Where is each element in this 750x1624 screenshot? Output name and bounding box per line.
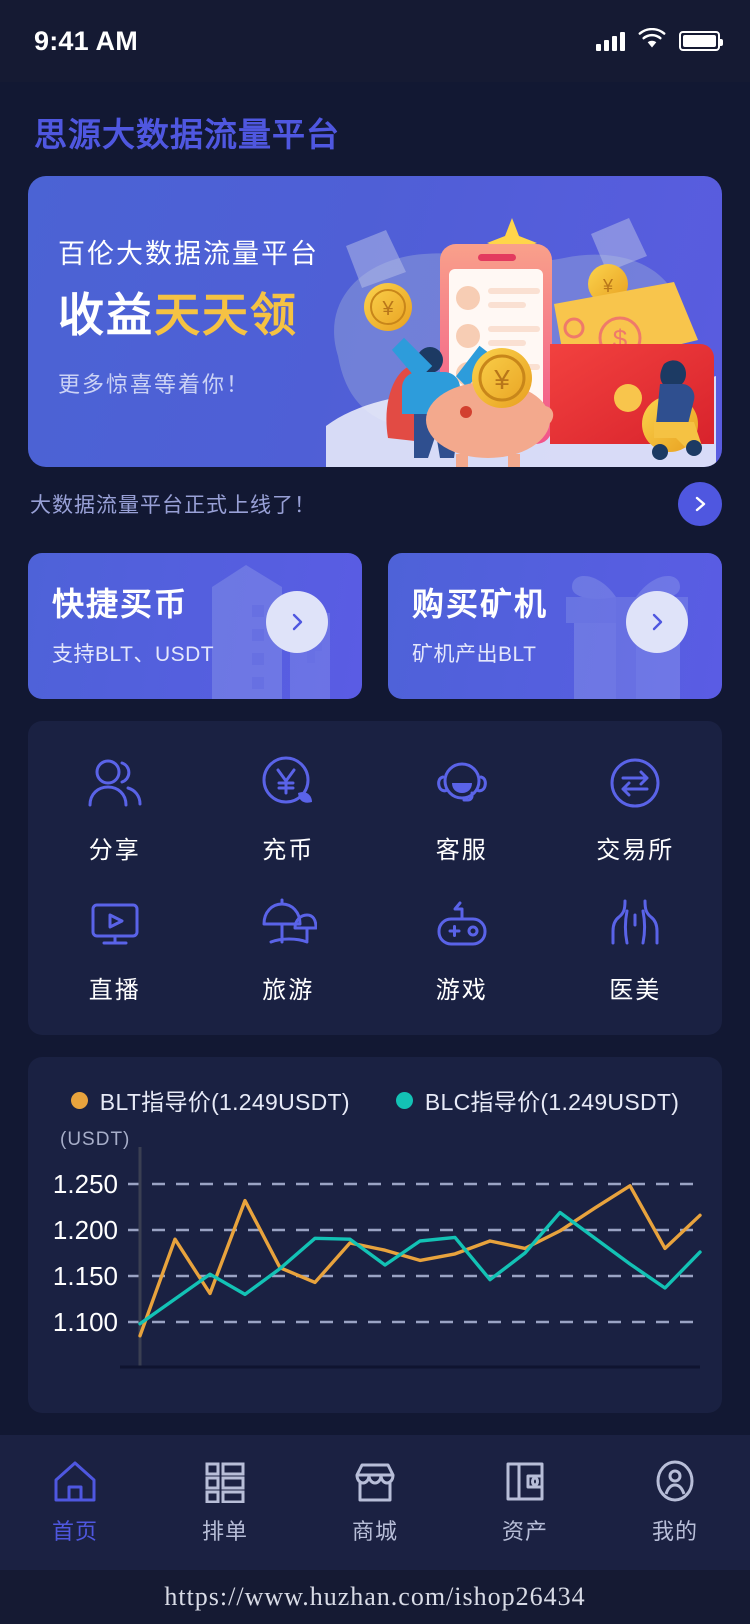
tab-profile[interactable]: 我的	[600, 1457, 750, 1546]
notice-text: 大数据流量平台正式上线了！	[30, 494, 316, 517]
building-icon	[212, 565, 330, 699]
shortcut-label: 直播	[88, 977, 141, 1004]
legend-item-blt[interactable]: BLT指导价(1.249USDT)	[70, 1083, 350, 1117]
banner-line-2-white: 收益	[58, 289, 154, 341]
shortcut-item-medical-beauty[interactable]: 医美	[549, 895, 723, 1005]
tab-home[interactable]: 首页	[0, 1457, 150, 1546]
notice-arrow-button[interactable]	[678, 482, 722, 526]
headset-support-icon	[434, 755, 490, 811]
svg-text:¥: ¥	[381, 298, 394, 320]
card-arrow-button[interactable]	[626, 591, 688, 653]
status-clock: 9:41 AM	[34, 25, 138, 56]
svg-text:¥: ¥	[493, 364, 510, 395]
banner-line-1: 百伦大数据流量平台	[58, 239, 319, 269]
tab-label: 资产	[501, 1519, 548, 1544]
card-arrow-button[interactable]	[266, 591, 328, 653]
shortcut-label: 分享	[88, 837, 141, 864]
status-bar: 9:41 AM	[0, 0, 750, 82]
svg-text:¥: ¥	[602, 276, 614, 296]
svg-text:1.150: 1.150	[53, 1261, 118, 1291]
banner-section: ¥ ¥ $ ¥ 百伦大数据流量平台 收益天天领 更多惊喜等着你！	[0, 176, 750, 467]
bottom-navigation: 首页 排单 商城 资产 我的	[0, 1435, 750, 1570]
chart-y-unit-label: (USDT)	[60, 1129, 131, 1150]
chevron-right-icon	[695, 496, 706, 512]
tab-label: 我的	[651, 1519, 698, 1544]
quick-buy-coin-card[interactable]: 快捷买币 支持BLT、USDT	[28, 553, 362, 699]
tab-label: 首页	[51, 1519, 98, 1544]
banner-line-2-gold: 天天领	[154, 289, 298, 341]
shortcut-item-travel[interactable]: 旅游	[202, 895, 376, 1005]
site-watermark: https://www.huzhan.com/ishop26434	[0, 1570, 750, 1624]
legend-item-blc[interactable]: BLC指导价(1.249USDT)	[395, 1083, 680, 1117]
tab-assets[interactable]: 资产	[450, 1457, 600, 1546]
legend-label-blc: BLC指导价(1.249USDT)	[424, 1089, 680, 1115]
person-icon	[652, 1457, 698, 1505]
list-grid-icon	[202, 1457, 248, 1505]
chevron-right-icon	[652, 613, 663, 631]
gamepad-icon	[434, 895, 490, 951]
chart-legend: BLT指导价(1.249USDT) BLC指导价(1.249USDT)	[28, 1083, 722, 1117]
shortcut-label: 客服	[435, 837, 488, 864]
home-icon	[52, 1457, 98, 1505]
wifi-icon	[638, 27, 666, 54]
svg-text:1.200: 1.200	[53, 1215, 118, 1245]
shortcut-item-exchange[interactable]: 交易所	[549, 755, 723, 865]
quick-action-cards: 快捷买币 支持BLT、USDT 购买矿机 矿机产出BLT	[0, 541, 750, 699]
battery-icon	[679, 31, 723, 51]
buy-miner-card[interactable]: 购买矿机 矿机产出BLT	[388, 553, 722, 699]
shortcut-label: 旅游	[262, 977, 315, 1004]
shortcut-item-share[interactable]: 分享	[28, 755, 202, 865]
tab-label: 排单	[201, 1519, 248, 1544]
users-icon	[86, 755, 144, 811]
shortcut-label: 医美	[609, 977, 662, 1004]
banner-line-3: 更多惊喜等着你！	[58, 372, 251, 397]
chevron-right-icon	[292, 613, 303, 631]
shortcut-item-recharge[interactable]: 充币	[202, 755, 376, 865]
banner-line-2: 收益天天领	[58, 279, 319, 345]
live-monitor-play-icon	[87, 895, 143, 951]
body-torso-icon	[607, 895, 663, 951]
chart-plot-area[interactable]: (USDT) 1.250 1.200 1.150 1.100	[28, 1129, 722, 1383]
shop-icon	[351, 1457, 399, 1505]
shortcut-grid: 分享 充币 客服 交易所 直播 旅游 游戏 医美	[28, 721, 722, 1035]
price-line-chart: 1.250 1.200 1.150 1.100	[53, 1147, 702, 1369]
shortcut-item-game[interactable]: 游戏	[375, 895, 549, 1005]
shortcut-item-live[interactable]: 直播	[28, 895, 202, 1005]
tab-orders[interactable]: 排单	[150, 1457, 300, 1546]
wallet-icon	[502, 1457, 548, 1505]
promo-banner[interactable]: ¥ ¥ $ ¥ 百伦大数据流量平台 收益天天领 更多惊喜等着你！	[28, 176, 722, 467]
tab-label: 商城	[351, 1519, 398, 1544]
shortcut-label: 游戏	[435, 977, 488, 1004]
cellular-bars-icon	[596, 31, 625, 51]
shortcut-label: 充币	[262, 837, 315, 864]
banner-illustration-icon: ¥ ¥ $ ¥	[326, 218, 716, 467]
legend-dot-blc	[395, 1091, 413, 1109]
tab-mall[interactable]: 商城	[300, 1457, 450, 1546]
status-indicators	[596, 27, 723, 54]
beach-umbrella-icon	[259, 895, 318, 951]
legend-label-blt: BLT指导价(1.249USDT)	[99, 1089, 350, 1115]
shortcut-label: 交易所	[596, 837, 675, 864]
price-chart-panel: BLT指导价(1.249USDT) BLC指导价(1.249USDT) (USD…	[28, 1057, 722, 1413]
app-screen: 9:41 AM 思源大数据流量平台 ¥ ¥ $ ¥ 百伦大数据流量平台 收益天天…	[0, 0, 750, 1624]
shortcut-item-support[interactable]: 客服	[375, 755, 549, 865]
legend-dot-blt	[70, 1091, 88, 1109]
exchange-arrows-icon	[607, 755, 663, 811]
yen-coin-icon	[260, 755, 316, 811]
svg-text:1.250: 1.250	[53, 1169, 118, 1199]
gift-icon	[566, 576, 688, 699]
page-title: 思源大数据流量平台	[34, 116, 340, 153]
notice-bar[interactable]: 大数据流量平台正式上线了！	[0, 467, 750, 541]
svg-text:1.100: 1.100	[53, 1307, 118, 1337]
banner-text-block: 百伦大数据流量平台 收益天天领 更多惊喜等着你！	[58, 232, 319, 399]
